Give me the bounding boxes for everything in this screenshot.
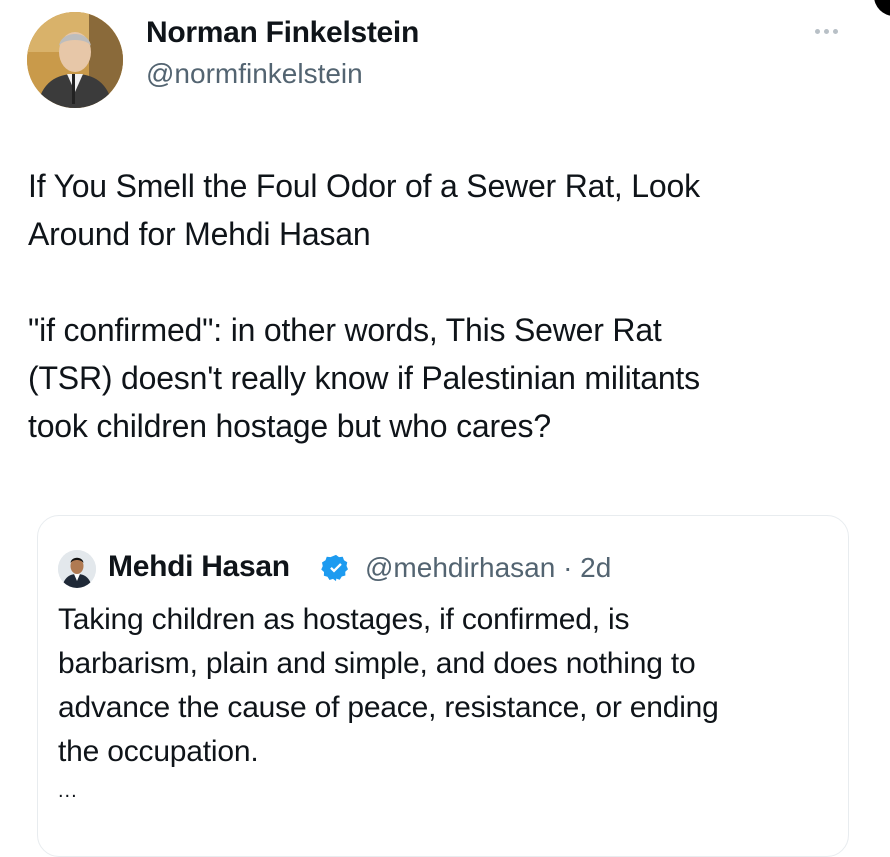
quoted-tweet-card[interactable]: Mehdi Hasan @mehdirhasan · 2d Taking chi… [37,515,849,857]
verified-badge-icon [321,554,348,582]
quoted-author-name[interactable]: Mehdi Hasan [108,550,290,584]
quoted-author-avatar[interactable] [58,550,96,588]
quoted-avatar-photo [58,550,96,588]
corner-shadow [874,0,890,16]
tweet-paragraph-1: If You Smell the Foul Odor of a Sewer Ra… [28,168,700,252]
more-options-icon[interactable] [815,24,849,38]
author-handle[interactable]: @normfinkelstein [146,58,363,90]
tweet-paragraph-2: "if confirmed": in other words, This Sew… [28,312,700,444]
author-avatar[interactable] [27,12,123,108]
tweet-text: If You Smell the Foul Odor of a Sewer Ra… [28,162,868,450]
quoted-handle-time[interactable]: @mehdirhasan · 2d [365,552,611,584]
quoted-show-more[interactable]: ... [58,780,78,803]
avatar-photo [27,12,123,108]
quoted-tweet-text: Taking children as hostages, if confirme… [58,603,719,768]
author-name[interactable]: Norman Finkelstein [146,16,419,50]
